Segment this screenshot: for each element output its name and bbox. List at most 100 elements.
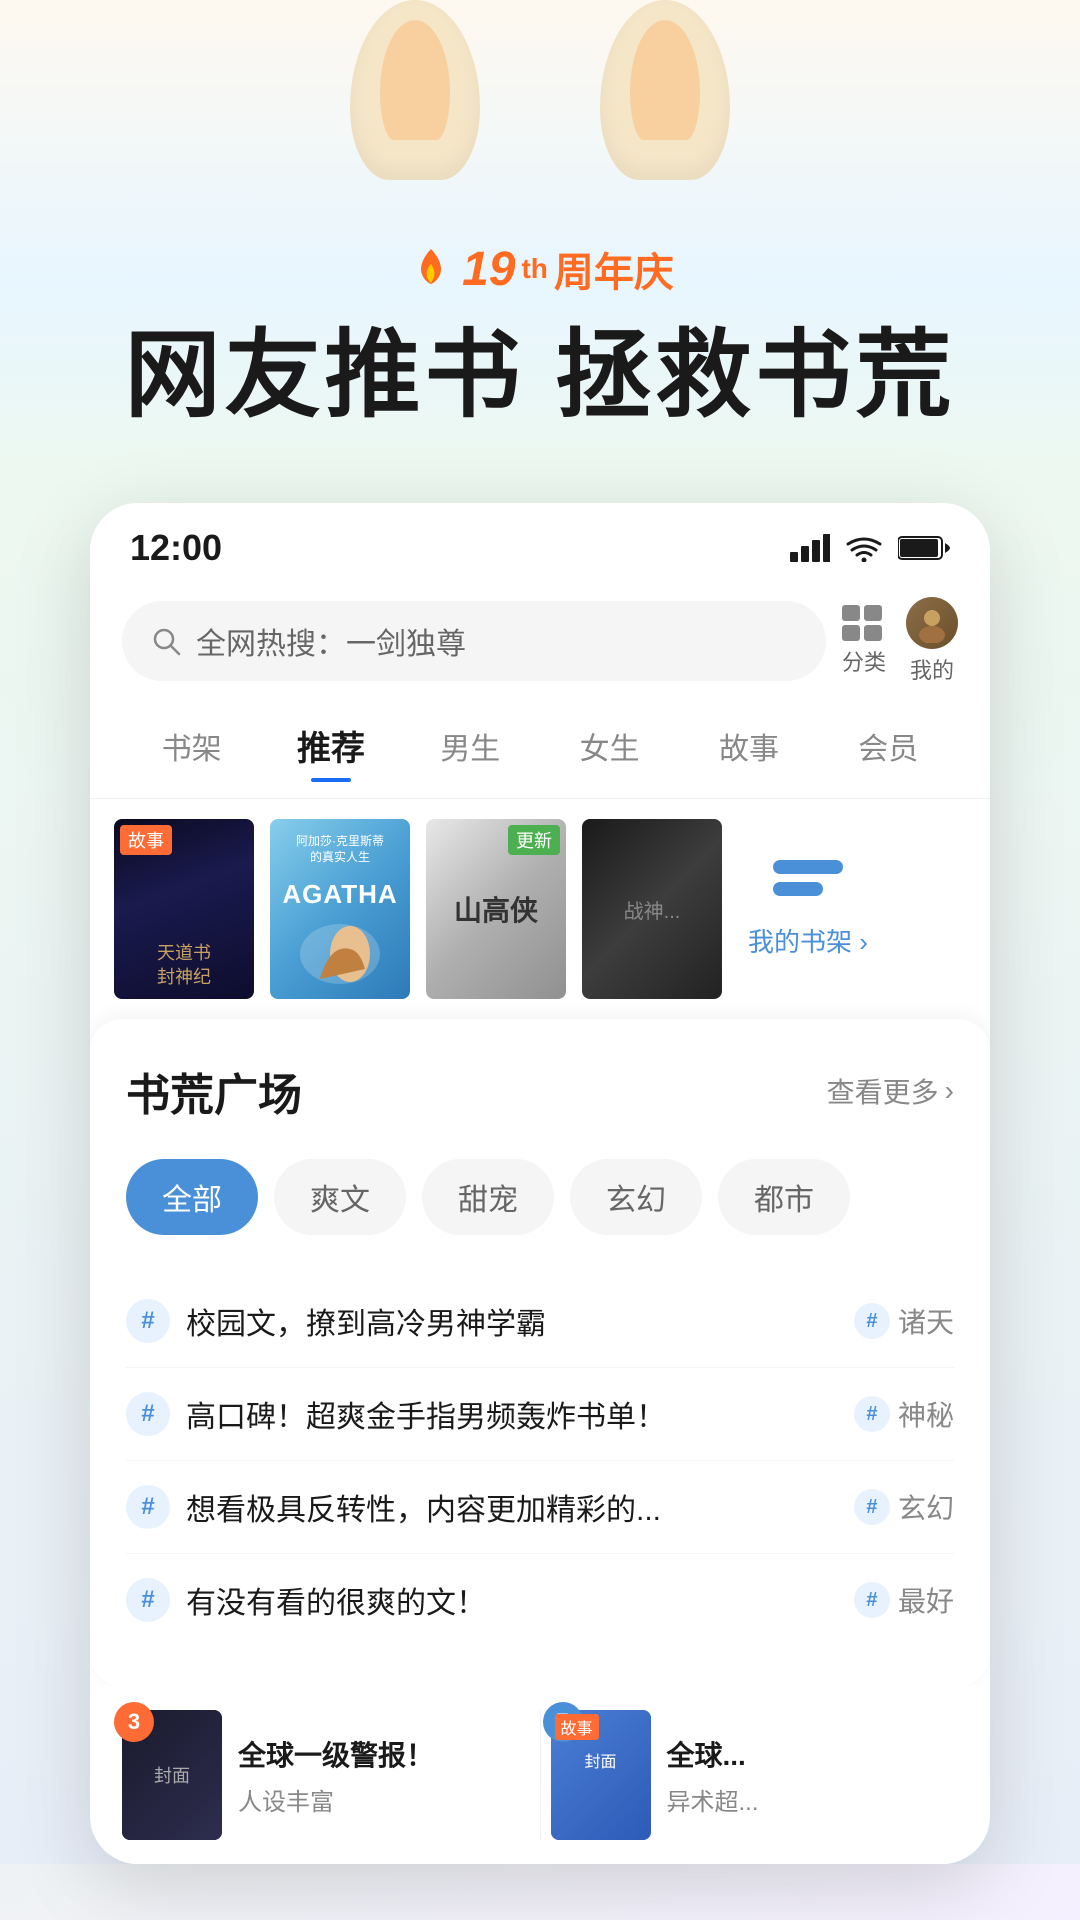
filter-tag-dushi[interactable]: 都市 [718,1159,850,1235]
right-tag-4: 最好 [898,1580,954,1620]
classify-label: 分类 [842,645,886,677]
shelf-icon [773,860,843,910]
hashtag-icon-right-4: # [854,1582,890,1618]
anniversary-logo: 19 th 周年庆 [0,240,1080,298]
bottom-cover-1: 封面 3 [122,1710,222,1840]
bottom-book-info-2: 全球... 异术超... [667,1734,959,1817]
book-cover-1[interactable]: 故事 天道书封神纪 [114,819,254,999]
bottom-title-1: 全球一级警报！ [238,1734,530,1774]
search-icon [150,625,182,657]
banner-section: 19 th 周年庆 网友推书 拯救书荒 [0,0,1080,473]
tab-story[interactable]: 故事 [679,712,818,780]
signal-icon [790,534,830,562]
status-icons [790,534,950,562]
book3-title: 山高侠 [454,889,538,929]
filter-tag-tianchong[interactable]: 甜宠 [422,1159,554,1235]
my-avatar-button[interactable]: 我的 [906,597,958,685]
tab-male[interactable]: 男生 [401,712,540,780]
classify-button[interactable]: 分类 [842,605,886,677]
shu-huang-section: 书荒广场 查看更多 › 全部 爽文 甜宠 玄幻 都市 # 校园文，撩到高冷男神学… [90,1019,990,1686]
hashtag-icon-right-1: # [854,1303,890,1339]
my-shelf-button[interactable]: 我的书架 › [738,860,878,959]
bottom-book-info-1: 全球一级警报！ 人设丰富 [238,1734,530,1817]
hashtag-icon-right-2: # [854,1396,890,1432]
book2-subtitle: 阿加莎·克里斯蒂的真实人生 [296,834,384,865]
bottom-desc-2: 异术超... [667,1782,959,1817]
hashtag-icon-2: # [126,1392,170,1436]
avatar-icon [912,603,952,643]
list-item-right-4: # 最好 [854,1580,954,1620]
list-item-text-1: 校园文，撩到高冷男神学霸 [186,1299,838,1343]
right-tag-1: 诸天 [898,1301,954,1341]
book-cover-4[interactable]: 战神... [582,819,722,999]
book4-title: 战神... [624,895,681,924]
hashtag-icon-1: # [126,1299,170,1343]
right-tag-2: 神秘 [898,1394,954,1434]
wifi-icon [846,534,882,562]
list-item-1[interactable]: # 校园文，撩到高冷男神学霸 # 诸天 [126,1275,954,1368]
hashtag-icon-3: # [126,1485,170,1529]
book-cover-2[interactable]: 阿加莎·克里斯蒂的真实人生 AGATHA [270,819,410,999]
bottom-cards: 封面 3 全球一级警报！ 人设丰富 故事 封面 7 [90,1686,990,1864]
phone-area: 12:00 [0,473,1080,1864]
top-right-icons: 分类 我的 [842,597,958,685]
chevron-right-icon: › [945,1075,954,1107]
filter-tag-all[interactable]: 全部 [126,1159,258,1235]
bottom-book-badge: 故事 [555,1714,599,1740]
list-item-4[interactable]: # 有没有看的很爽的文！ # 最好 [126,1554,954,1646]
cat-ears-container [0,0,1080,200]
more-label: 查看更多 [827,1071,939,1111]
tab-recommend[interactable]: 推荐 [261,709,400,782]
anniversary-flame-icon [406,244,456,294]
nav-tabs: 书架 推荐 男生 女生 故事 会员 [90,701,990,799]
list-item-right-1: # 诸天 [854,1301,954,1341]
rank-num-1: 3 [114,1702,154,1742]
filter-tag-xuanhuan[interactable]: 玄幻 [570,1159,702,1235]
bottom-book-card-1[interactable]: 封面 3 全球一级警报！ 人设丰富 [122,1710,530,1840]
bottom-book-card-2[interactable]: 故事 封面 7 全球... 异术超... [551,1710,959,1840]
list-item-text-2: 高口碑！超爽金手指男频轰炸书单！ [186,1392,838,1436]
anniversary-suffix: th [521,253,547,285]
book1-title: 天道书封神纪 [157,942,211,989]
status-time: 12:00 [130,527,222,569]
my-label: 我的 [910,653,954,685]
filter-tags: 全部 爽文 甜宠 玄幻 都市 [126,1159,954,1235]
right-tag-3: 玄幻 [898,1487,954,1527]
book-cover-3[interactable]: 更新 山高侠 [426,819,566,999]
list-item-text-3: 想看极具反转性，内容更加精彩的... [186,1485,838,1529]
bottom-desc-1: 人设丰富 [238,1782,530,1817]
left-ear [350,0,480,180]
list-item-right-3: # 玄幻 [854,1487,954,1527]
anniversary-cn-text: 周年庆 [554,240,674,298]
cat-ears [290,0,790,180]
right-ear [600,0,730,180]
filter-tag-shuangwen[interactable]: 爽文 [274,1159,406,1235]
bottom-cover-2: 故事 封面 7 [551,1710,651,1840]
search-input-box[interactable]: 全网热搜：一剑独尊 [122,601,826,681]
avatar [906,597,958,649]
tab-female[interactable]: 女生 [540,712,679,780]
main-title-container: 网友推书 拯救书荒 [0,318,1080,433]
list-item-2[interactable]: # 高口碑！超爽金手指男频轰炸书单！ # 神秘 [126,1368,954,1461]
shelf-label: 我的书架 › [748,922,868,959]
classify-icon [842,605,886,641]
book-badge-update: 更新 [508,825,560,855]
hashtag-icon-right-3: # [854,1489,890,1525]
list-item-3[interactable]: # 想看极具反转性，内容更加精彩的... # 玄幻 [126,1461,954,1554]
anniversary-number: 19 [462,242,515,297]
status-bar: 12:00 [90,503,990,585]
book2-figure-icon [300,924,380,984]
book2-title: AGATHA [282,879,397,910]
tab-vip[interactable]: 会员 [819,712,958,780]
more-button[interactable]: 查看更多 › [827,1071,954,1111]
tab-bookshelf[interactable]: 书架 [122,712,261,780]
search-placeholder: 全网热搜：一剑独尊 [196,619,466,663]
list-item-right-2: # 神秘 [854,1394,954,1434]
bookshelf-row: 故事 天道书封神纪 阿加莎·克里斯蒂的真实人生 AGATHA 更新 [90,799,990,1019]
section-header: 书荒广场 查看更多 › [126,1059,954,1123]
divider [540,1710,541,1840]
hashtag-icon-4: # [126,1578,170,1622]
battery-icon [898,535,950,561]
list-item-text-4: 有没有看的很爽的文！ [186,1578,838,1622]
bottom-title-2: 全球... [667,1734,959,1774]
